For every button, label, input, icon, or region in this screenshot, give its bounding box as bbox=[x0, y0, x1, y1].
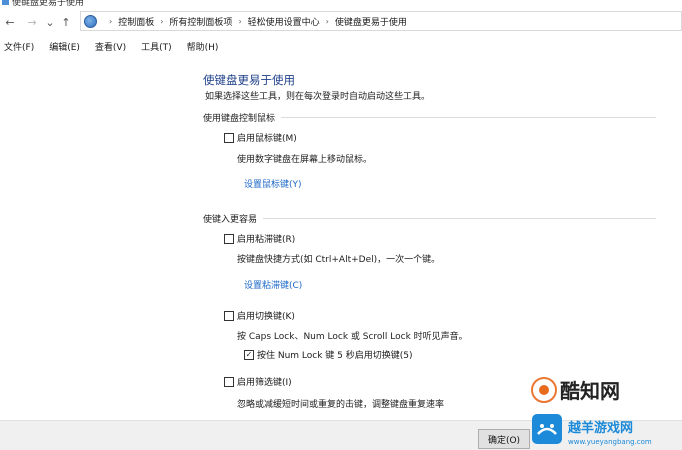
back-arrow-icon[interactable]: ← bbox=[3, 13, 17, 31]
toggle-keys-checkbox[interactable] bbox=[224, 310, 234, 321]
toggle-keys-option[interactable]: 启用切换键(K) bbox=[224, 309, 295, 322]
breadcrumb-separator-icon[interactable]: › bbox=[160, 17, 163, 26]
recent-locations-chevron-icon[interactable]: ⌄ bbox=[43, 13, 57, 31]
page-description: 如果选择这些工具，则在每次登录时自动启动这些工具。 bbox=[205, 92, 431, 102]
filter-keys-label[interactable]: 启用筛选键(I) bbox=[237, 375, 292, 388]
section-divider bbox=[263, 217, 656, 219]
mouse-keys-description: 使用数字键盘在屏幕上移动鼠标。 bbox=[237, 155, 373, 165]
breadcrumb-item-all-items[interactable]: 所有控制面板项 bbox=[169, 15, 232, 28]
setup-mouse-keys-link[interactable]: 设置鼠标键(Y) bbox=[244, 177, 302, 190]
breadcrumb-separator-icon[interactable]: › bbox=[326, 17, 329, 26]
breadcrumb-item-ease-of-access[interactable]: 轻松使用设置中心 bbox=[248, 15, 320, 28]
breadcrumb-separator-icon[interactable]: › bbox=[238, 17, 241, 26]
watermark-logo: 酷知网 越羊游戏网 www.yueyangbang.com bbox=[512, 372, 682, 450]
toggle-keys-description: 按 Caps Lock、Num Lock 或 Scroll Lock 时听见声音… bbox=[237, 332, 468, 342]
mouse-keys-checkbox[interactable] bbox=[224, 132, 234, 143]
sticky-keys-option[interactable]: 启用粘滞键(R) bbox=[224, 232, 295, 245]
num-lock-toggle-option[interactable]: ✓ 按住 Num Lock 键 5 秒启用切换键(5) bbox=[244, 348, 413, 361]
setup-sticky-keys-link[interactable]: 设置粘滞键(C) bbox=[244, 278, 302, 291]
breadcrumb-item-current[interactable]: 使键盘更易于使用 bbox=[335, 15, 407, 28]
up-arrow-icon[interactable]: ↑ bbox=[59, 13, 73, 31]
forward-arrow-icon[interactable]: → bbox=[25, 13, 39, 31]
filter-keys-description: 忽略或减缓短时间或重复的击键，调整键盘重复速率 bbox=[237, 400, 445, 410]
filter-keys-checkbox[interactable] bbox=[224, 376, 234, 387]
section-divider bbox=[281, 116, 656, 118]
menu-file[interactable]: 文件(F) bbox=[4, 40, 34, 53]
window-title: 使键盘更易于使用 bbox=[12, 0, 85, 8]
section-label: 使用键盘控制鼠标 bbox=[203, 113, 276, 124]
menu-bar: 文件(F) 编辑(E) 查看(V) 工具(T) 帮助(H) bbox=[0, 38, 229, 54]
breadcrumb[interactable]: › 控制面板 › 所有控制面板项 › 轻松使用设置中心 › 使键盘更易于使用 bbox=[80, 11, 682, 31]
toggle-keys-label[interactable]: 启用切换键(K) bbox=[237, 309, 295, 322]
menu-edit[interactable]: 编辑(E) bbox=[49, 40, 80, 53]
sticky-keys-checkbox[interactable] bbox=[224, 233, 234, 244]
section-mouse-control: 使用键盘控制鼠标 bbox=[203, 111, 656, 124]
watermark-graphic: 酷知网 越羊游戏网 www.yueyangbang.com bbox=[531, 377, 652, 446]
menu-tools[interactable]: 工具(T) bbox=[141, 40, 172, 53]
page-title: 使键盘更易于使用 bbox=[203, 73, 295, 87]
section-label: 使键入更容易 bbox=[203, 214, 258, 225]
num-lock-label[interactable]: 按住 Num Lock 键 5 秒启用切换键(5) bbox=[257, 348, 413, 361]
title-bar: 使键盘更易于使用 bbox=[0, 0, 682, 9]
watermark-site-name: 越羊游戏网 bbox=[567, 420, 633, 436]
mouse-keys-option[interactable]: 启用鼠标键(M) bbox=[224, 131, 297, 144]
main-content: 使键盘更易于使用 如果选择这些工具，则在每次登录时自动启动这些工具。 使用键盘控… bbox=[0, 56, 682, 420]
section-typing: 使键入更容易 bbox=[203, 212, 656, 225]
breadcrumb-separator-icon[interactable]: › bbox=[109, 17, 112, 26]
watermark-url: www.yueyangbang.com bbox=[568, 438, 652, 446]
sticky-keys-description: 按键盘快捷方式(如 Ctrl+Alt+Del)，一次一个键。 bbox=[237, 255, 441, 265]
menu-help[interactable]: 帮助(H) bbox=[187, 40, 219, 53]
breadcrumb-item-control-panel[interactable]: 控制面板 bbox=[118, 15, 154, 28]
menu-view[interactable]: 查看(V) bbox=[95, 40, 126, 53]
watermark-brand: 酷知网 bbox=[560, 379, 620, 403]
sticky-keys-label[interactable]: 启用粘滞键(R) bbox=[237, 232, 295, 245]
control-panel-icon bbox=[84, 14, 97, 28]
filter-keys-option[interactable]: 启用筛选键(I) bbox=[224, 375, 292, 388]
address-bar: ← → ⌄ ↑ › 控制面板 › 所有控制面板项 › 轻松使用设置中心 › 使键… bbox=[0, 9, 682, 35]
mouse-keys-label[interactable]: 启用鼠标键(M) bbox=[237, 131, 297, 144]
num-lock-checkbox[interactable]: ✓ bbox=[244, 349, 254, 360]
app-icon bbox=[2, 0, 9, 5]
